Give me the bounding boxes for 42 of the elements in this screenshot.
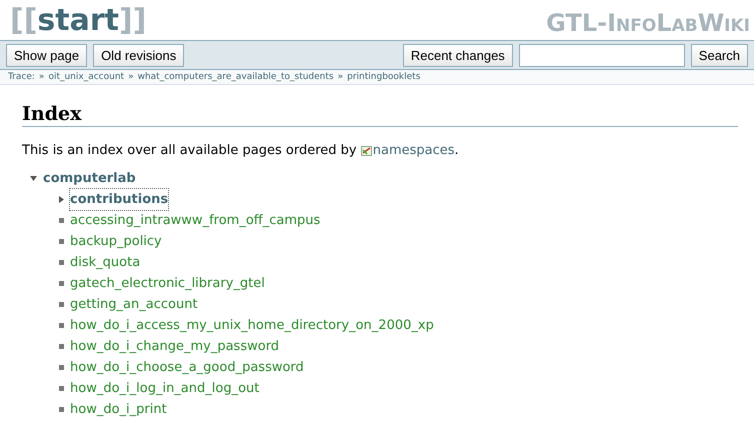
recent-changes-button[interactable]: Recent changes [402,44,513,66]
separator-glyph: » [128,72,134,82]
intro-text: This is an index over all available pages ordered by [22,143,358,158]
search-field[interactable] [518,44,685,66]
separator-glyph: » [38,72,44,82]
page-link[interactable]: getting_an_account [70,294,198,315]
bullet-icon [59,239,64,244]
search-button[interactable]: Search [690,44,748,66]
page-link[interactable]: how_do_i_log_in_and_log_out [70,378,260,399]
period-text: . [454,143,459,158]
separator-glyph: » [338,72,344,82]
page-link[interactable]: how_do_i_choose_a_good_password [70,357,304,378]
bullet-icon [59,281,64,286]
collapsed-arrow-icon[interactable] [59,196,64,203]
page-link[interactable]: backup_policy [70,231,162,252]
bullet-icon [59,344,64,349]
bullet-icon [59,260,64,265]
trace-label: Trace: [8,72,35,82]
bullet-icon [59,407,64,412]
expanded-arrow-icon[interactable] [30,176,37,181]
trace-link[interactable]: oit_unix_account [48,72,124,82]
page-link[interactable]: how_do_i_access_my_unix_home_directory_on_2000_xp [70,315,434,336]
namespace-icon [360,145,373,156]
toolbar-button[interactable]: Old revisions [93,44,184,66]
page-link[interactable]: how_do_i_print [70,399,167,420]
page-title[interactable]: [[start]] [10,2,146,40]
bullet-icon [59,386,64,391]
bullet-icon [59,218,64,223]
namespaces-link[interactable]: namespaces [372,143,455,158]
page-link[interactable]: gatech_electronic_library_gtel [70,273,265,294]
bullet-icon [59,302,64,307]
page-heading: Index [22,103,82,126]
toolbar-button[interactable]: Show page [6,44,88,66]
trace-link[interactable]: what_computers_are_available_to_students [138,72,334,82]
trace-link[interactable]: printingbooklets [347,72,420,82]
bullet-icon [59,323,64,328]
page-link[interactable]: how_do_i_change_my_password [70,336,280,357]
namespace-link[interactable]: contributions [70,189,168,210]
bullet-icon [59,365,64,370]
namespace-link[interactable]: computerlab [43,168,136,189]
page-link[interactable]: accessing_intrawww_from_off_campus [70,210,320,231]
page-link[interactable]: disk_quota [70,252,140,273]
